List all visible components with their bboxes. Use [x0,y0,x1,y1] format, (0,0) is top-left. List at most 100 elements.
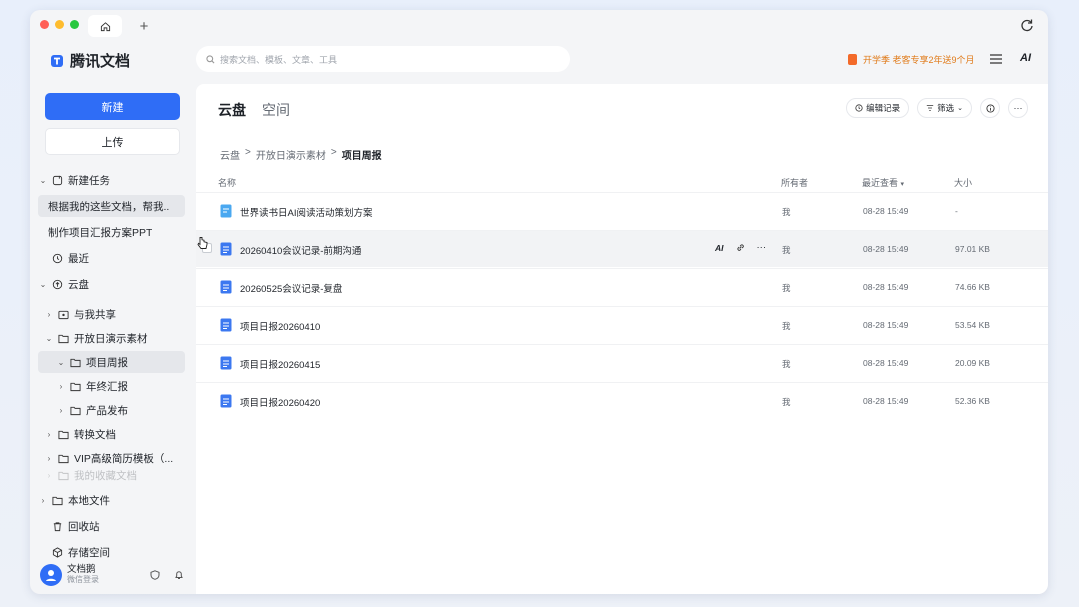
chevron-right-icon[interactable]: › [56,406,66,415]
toolbar: 编辑记录 筛选 ⌄ ··· [846,98,1028,118]
upload-button[interactable]: 上传 [45,128,180,155]
file-size: 53.54 KB [955,320,990,330]
sidebar-item-trash[interactable]: 回收站 [38,515,185,537]
table-row[interactable]: 项目日报20260415 我 08-28 15:49 20.09 KB [196,344,1048,381]
folder-icon [56,468,70,482]
sidebar-item-cloud[interactable]: ⌄ 云盘 [38,273,185,295]
file-recent: 08-28 15:49 [863,358,909,368]
table-row[interactable]: 20260410会议记录-前期沟通 AI ··· 我 08-28 15:49 9… [196,230,1048,267]
hamburger-menu-icon[interactable] [990,54,1002,64]
chevron-right-icon[interactable]: › [44,430,54,439]
file-recent: 08-28 15:49 [863,396,909,406]
column-size[interactable]: 大小 [954,176,972,189]
file-name[interactable]: 20260525会议记录-复盘 [240,281,342,295]
folder-icon [56,427,70,441]
chevron-down-icon[interactable]: ⌄ [38,176,48,185]
sidebar-item-recent[interactable]: 最近 [38,247,185,269]
promo-banner[interactable]: 开学季 老客专享2年送9个月 [848,53,975,66]
clock-icon [50,251,64,265]
doc-icon [220,356,232,370]
edit-history-button[interactable]: 编辑记录 [846,98,910,118]
refresh-icon[interactable] [1020,18,1034,32]
column-recent[interactable]: 最近查看 ▾ [862,176,904,189]
title-bar: + [30,10,1048,40]
tab-space[interactable]: 空间 [262,100,290,120]
pointer-cursor-icon [197,237,208,249]
row-more-button[interactable]: ··· [757,242,767,253]
sidebar-item-shared[interactable]: › 与我共享 [38,303,185,325]
search-bar[interactable]: 搜索文档、模板、文章、工具 [196,46,570,72]
chevron-right-icon[interactable]: › [44,454,54,463]
more-options-button[interactable]: ··· [1008,98,1028,118]
file-owner: 我 [782,359,791,369]
sidebar-item-storage[interactable]: 存储空间 [38,541,185,563]
file-name[interactable]: 世界读书日AI阅读活动策划方案 [240,205,372,219]
sidebar-item-label: 根据我的这些文档，帮我.. [48,200,170,213]
search-input[interactable]: 搜索文档、模板、文章、工具 [220,53,337,66]
file-name[interactable]: 项目日报20260410 [240,319,320,333]
sidebar-item-label: 新建任务 [68,174,110,187]
folder-icon [56,451,70,465]
sidebar-item-label: 回收站 [68,520,100,533]
sidebar-item-task-1[interactable]: 根据我的这些文档，帮我.. [38,195,185,217]
chevron-down-icon[interactable]: ⌄ [56,358,66,367]
main-panel: 云盘 空间 编辑记录 筛选 ⌄ ··· 云盘 > 开放日演示素材 > 项目周报 … [196,84,1048,594]
close-window-button[interactable] [40,20,49,29]
chevron-right-icon[interactable]: › [38,496,48,505]
smartcanvas-icon [220,204,232,218]
filter-button[interactable]: 筛选 ⌄ [917,98,972,118]
tab-cloud[interactable]: 云盘 [218,100,246,120]
folder-icon [68,403,82,417]
file-name[interactable]: 20260410会议记录-前期沟通 [240,243,361,257]
breadcrumb-item-cloud[interactable]: 云盘 [220,147,240,162]
maximize-window-button[interactable] [70,20,79,29]
sidebar-item-open-day[interactable]: ⌄ 开放日演示素材 [38,327,185,349]
brand-name: 腾讯文档 [70,53,131,70]
ai-assistant-button[interactable]: AI [1020,52,1031,64]
info-button[interactable] [980,98,1000,118]
chevron-right-icon[interactable]: › [56,382,66,391]
column-owner[interactable]: 所有者 [781,176,808,189]
sidebar-item-label: 最近 [68,252,89,265]
avatar[interactable] [40,564,62,586]
table-row[interactable]: 项目日报20260420 我 08-28 15:49 52.36 KB [196,382,1048,419]
chevron-right-icon[interactable]: › [44,471,54,480]
row-ai-button[interactable]: AI [715,243,724,253]
sidebar-item-label: 转换文档 [74,428,116,441]
file-name[interactable]: 项目日报20260415 [240,357,320,371]
breadcrumb: 云盘 > 开放日演示素材 > 项目周报 [220,147,382,162]
table-row[interactable]: 20260525会议记录-复盘 我 08-28 15:49 74.66 KB [196,268,1048,305]
chevron-down-icon[interactable]: ⌄ [44,334,54,343]
doc-icon [220,318,232,332]
bell-icon[interactable] [174,570,184,580]
sidebar-item-launch[interactable]: › 产品发布 [38,399,185,421]
sidebar-item-task-2[interactable]: 制作项目汇报方案PPT [38,221,185,243]
file-size: 74.66 KB [955,282,990,292]
link-icon[interactable] [736,243,745,252]
sidebar-item-label: 制作项目汇报方案PPT [48,226,153,239]
home-tab[interactable] [88,15,122,37]
sidebar-item-converted[interactable]: › 转换文档 [38,423,185,445]
new-button[interactable]: 新建 [45,93,180,120]
sidebar-item-annual[interactable]: › 年终汇报 [38,375,185,397]
breadcrumb-item-open-day[interactable]: 开放日演示素材 [256,147,326,162]
table-row[interactable]: 世界读书日AI阅读活动策划方案 我 08-28 15:49 - [196,192,1048,229]
user-profile[interactable]: 文档鹅 微信登录 [40,564,99,586]
brand: 腾讯文档 [50,50,130,71]
file-name[interactable]: 项目日报20260420 [240,395,320,409]
chevron-down-icon[interactable]: ⌄ [38,280,48,289]
sidebar-item-label: 项目周报 [86,356,128,369]
shield-icon[interactable] [150,570,160,580]
history-icon [855,104,863,112]
table-row[interactable]: 项目日报20260410 我 08-28 15:49 53.54 KB [196,306,1048,343]
sidebar-item-weekly[interactable]: ⌄ 项目周报 [38,351,185,373]
new-tab-button[interactable]: + [134,15,154,37]
sidebar-item-new-task[interactable]: ⌄ 新建任务 [38,169,185,191]
column-name[interactable]: 名称 [218,176,236,189]
sidebar-item-vip-resume[interactable]: › VIP高级简历模板（... [38,447,185,469]
sidebar-item-favorites[interactable]: › 我的收藏文档 [38,468,185,482]
minimize-window-button[interactable] [55,20,64,29]
sidebar-item-local[interactable]: › 本地文件 [38,489,185,511]
promo-text[interactable]: 开学季 老客专享2年送9个月 [863,53,975,66]
chevron-right-icon[interactable]: › [44,310,54,319]
